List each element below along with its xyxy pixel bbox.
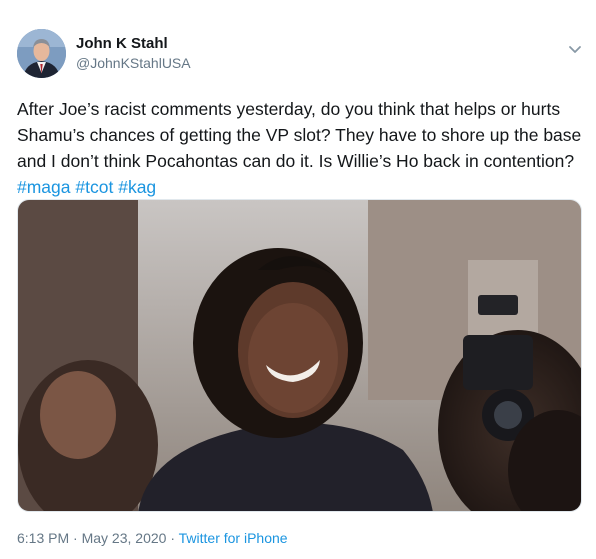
hashtag-maga[interactable]: #maga: [17, 177, 71, 197]
tweet-time[interactable]: 6:13 PM: [17, 530, 69, 546]
avatar-photo: [17, 29, 66, 78]
tweet-date[interactable]: May 23, 2020: [82, 530, 167, 546]
author-handle[interactable]: @JohnKStahlUSA: [76, 55, 191, 71]
tweet-source-link[interactable]: Twitter for iPhone: [179, 530, 288, 546]
hashtag-kag[interactable]: #kag: [118, 177, 156, 197]
tweet-text: After Joe’s racist comments yesterday, d…: [17, 96, 587, 200]
meta-separator: ·: [69, 530, 82, 546]
tweet-body: After Joe’s racist comments yesterday, d…: [17, 99, 582, 171]
hashtag-tcot[interactable]: #tcot: [75, 177, 113, 197]
tweet-metadata: 6:13 PM · May 23, 2020 · Twitter for iPh…: [17, 530, 288, 546]
author-display-name[interactable]: John K Stahl: [76, 35, 168, 52]
tweet-card: John K Stahl @JohnKStahlUSA After Joe’s …: [0, 0, 596, 559]
media-photo: [18, 200, 581, 511]
tweet-media-photo[interactable]: [17, 199, 582, 512]
meta-separator: ·: [166, 530, 179, 546]
chevron-down-icon[interactable]: [566, 43, 584, 57]
author-avatar[interactable]: [17, 29, 66, 78]
